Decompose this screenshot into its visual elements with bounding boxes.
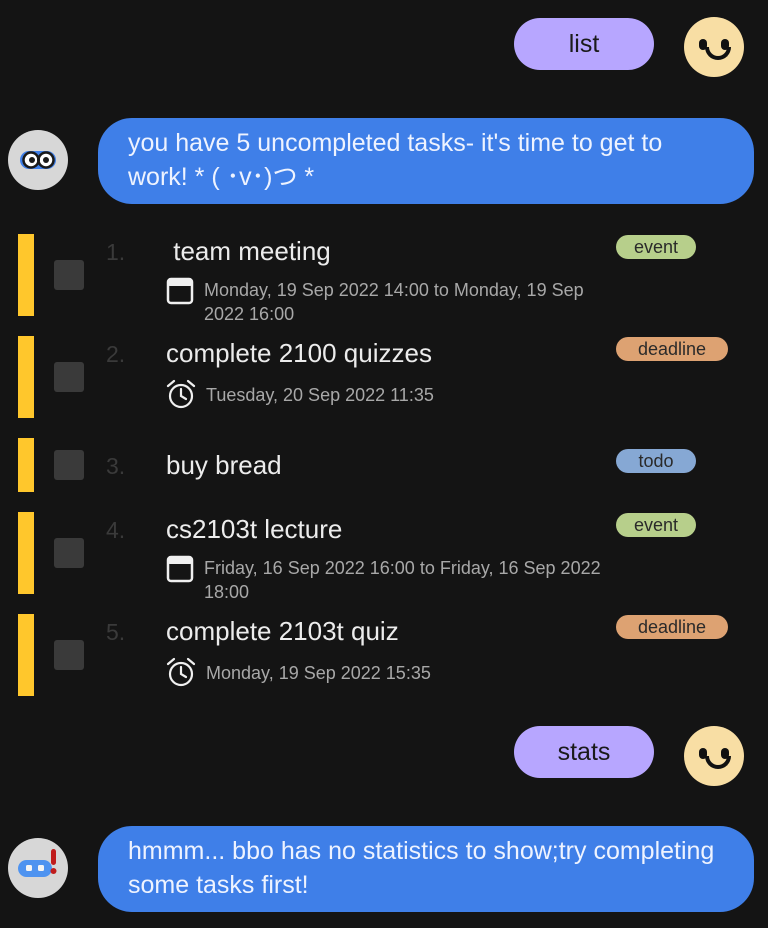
- task-tag-todo: todo: [616, 449, 696, 473]
- task-title: complete 2103t quiz: [166, 616, 399, 646]
- task-tag-event: event: [616, 513, 696, 537]
- task-number: 3.: [106, 453, 126, 479]
- bot-avatar-confused-icon: [8, 838, 68, 898]
- user-avatar-smiley-icon: [684, 726, 744, 786]
- task-tag-deadline: deadline: [616, 615, 728, 639]
- task-title: buy bread: [166, 450, 282, 480]
- task-number: 4.: [106, 517, 126, 543]
- task-number: 2.: [106, 341, 126, 367]
- task-title: complete 2100 quizzes: [166, 338, 432, 368]
- bot-message-task-summary: you have 5 uncompleted tasks- it's time …: [98, 118, 754, 204]
- task-number: 5.: [106, 619, 126, 645]
- task-checkbox[interactable]: [54, 538, 84, 568]
- task-title: team meeting: [166, 236, 331, 266]
- calendar-icon: [166, 277, 194, 305]
- task-time-range: Monday, 19 Sep 2022 14:00 to Monday, 19 …: [204, 280, 584, 324]
- alarm-clock-icon: [166, 379, 196, 409]
- task-title: cs2103t lecture: [166, 514, 343, 544]
- task-item-2[interactable]: 2. complete 2100 quizzes deadline Tuesda…: [0, 336, 768, 418]
- task-priority-bar: [18, 512, 34, 594]
- task-deadline-time: Monday, 19 Sep 2022 15:35: [206, 663, 431, 683]
- task-item-4[interactable]: 4. cs2103t lecture event Friday, 16 Sep …: [0, 512, 768, 602]
- task-deadline-time: Tuesday, 20 Sep 2022 11:35: [206, 385, 434, 405]
- task-priority-bar: [18, 438, 34, 492]
- bot-avatar-glasses-icon: [8, 130, 68, 190]
- task-number: 1.: [106, 239, 126, 265]
- task-tag-event: event: [616, 235, 696, 259]
- task-item-1[interactable]: 1. team meeting event Monday, 19 Sep 202…: [0, 234, 768, 324]
- calendar-icon: [166, 555, 194, 583]
- task-checkbox[interactable]: [54, 362, 84, 392]
- task-checkbox[interactable]: [54, 450, 84, 480]
- task-item-5[interactable]: 5. complete 2103t quiz deadline Monday, …: [0, 614, 768, 696]
- bot-message-no-stats: hmmm... bbo has no statistics to show;tr…: [98, 826, 754, 912]
- user-avatar-smiley-icon: [684, 17, 744, 77]
- task-priority-bar: [18, 336, 34, 418]
- user-message-stats: stats: [514, 726, 654, 778]
- task-priority-bar: [18, 234, 34, 316]
- task-checkbox[interactable]: [54, 640, 84, 670]
- task-time-range: Friday, 16 Sep 2022 16:00 to Friday, 16 …: [204, 558, 601, 602]
- task-tag-deadline: deadline: [616, 337, 728, 361]
- task-checkbox[interactable]: [54, 260, 84, 290]
- alarm-clock-icon: [166, 657, 196, 687]
- task-item-3[interactable]: 3. buy bread todo: [0, 438, 768, 492]
- task-priority-bar: [18, 614, 34, 696]
- user-message-list: list: [514, 18, 654, 70]
